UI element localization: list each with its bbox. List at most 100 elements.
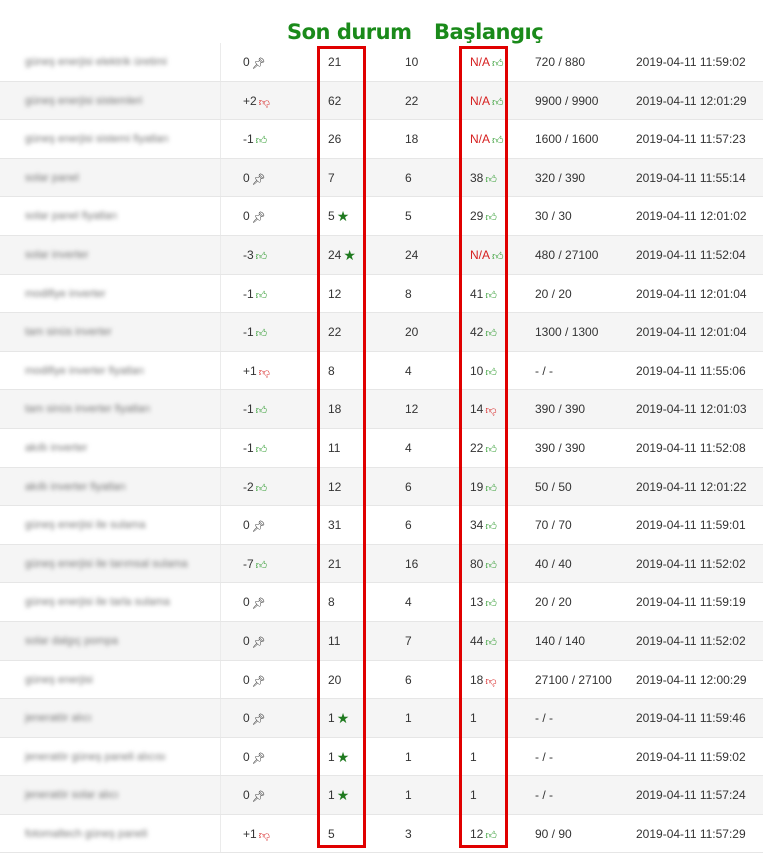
date-cell: 2019-04-11 11:55:14 <box>636 159 746 198</box>
change-cell: -3 👍︎ <box>243 236 267 275</box>
keyword-cell[interactable]: jeneratör güneş paneli alıcısı <box>25 738 220 777</box>
table-row: güneş enerjisi ile tarla sulama 0 📌︎ 8 4 13 👍︎… <box>0 583 763 622</box>
search-volume-cell: 40 / 40 <box>535 545 572 584</box>
keyword-cell-value: güneş enerjisi sistemleri <box>25 94 143 107</box>
keyword-cell[interactable]: güneş enerjisi ile tarla sulama <box>25 583 220 622</box>
search-volume-cell-value: - / - <box>535 363 553 378</box>
change-cell: 0 📌︎ <box>243 776 266 815</box>
keyword-cell[interactable]: güneş enerjisi elektrik üretimi <box>25 43 220 82</box>
keyword-cell-value: solar inverter <box>25 248 89 261</box>
table-row: akıllı inverter fiyatları -2 👍︎ 12 6 19 👍︎ 50 /… <box>0 467 763 507</box>
keyword-cell[interactable]: solar inverter <box>25 236 220 275</box>
search-volume-cell-value: 40 / 40 <box>535 556 572 571</box>
keyword-cell[interactable]: güneş enerjisi sistemleri <box>25 82 220 121</box>
keyword-cell[interactable]: modifiye inverter fiyatları <box>25 352 220 391</box>
search-volume-cell-value: 50 / 50 <box>535 479 572 494</box>
keyword-cell[interactable]: güneş enerjisi <box>25 661 220 700</box>
thumbs-up-icon: 👍︎ <box>255 405 268 418</box>
current-rank-cell: 21 <box>328 43 341 82</box>
start-rank-cell: 14 👎︎ <box>470 390 497 429</box>
best-rank-cell-value: 4 <box>405 363 412 378</box>
change-cell-value: -1 <box>243 402 254 417</box>
keyword-cell-value: solar panel <box>25 171 79 184</box>
pin-icon: 📌︎ <box>251 173 266 186</box>
date-cell-value: 2019-04-11 11:52:02 <box>636 633 746 648</box>
keyword-cell[interactable]: solar dalgıç pompa <box>25 622 220 661</box>
current-rank-cell-value: 62 <box>328 93 342 108</box>
best-rank-cell-value: 1 <box>405 749 412 764</box>
keyword-cell-value: modifiye inverter fiyatları <box>25 364 145 377</box>
date-cell-value: 2019-04-11 11:59:19 <box>636 595 746 610</box>
best-rank-cell-value: 3 <box>405 826 412 841</box>
date-cell: 2019-04-11 12:01:02 <box>636 197 747 236</box>
table-row: modifiye inverter fiyatları +1 👎︎ 8 4 10 👍︎ - /… <box>0 351 763 391</box>
best-rank-cell: 3 <box>405 815 412 853</box>
best-rank-cell: 1 <box>405 738 412 777</box>
start-rank-cell-value: N/A <box>470 55 491 69</box>
thumbs-up-icon: 👍︎ <box>255 328 268 341</box>
start-rank-cell: 18 👎︎ <box>470 661 497 700</box>
start-rank-cell: 1 <box>470 776 477 815</box>
pin-icon: 📌︎ <box>251 752 266 765</box>
search-volume-cell: 480 / 27100 <box>535 236 598 275</box>
current-rank-cell: 5 ★ <box>328 197 349 236</box>
best-rank-cell-value: 1 <box>405 788 412 803</box>
thumbs-up-icon: 👍︎ <box>492 58 504 70</box>
star-icon: ★ <box>336 748 350 765</box>
current-rank-cell-value: 8 <box>328 595 335 610</box>
date-cell: 2019-04-11 11:57:23 <box>636 120 746 159</box>
keyword-cell[interactable]: solar panel <box>25 159 220 198</box>
current-rank-cell: 62 <box>328 82 341 121</box>
date-cell-value: 2019-04-11 12:01:04 <box>636 325 747 340</box>
start-rank-cell: 80 👍︎ <box>470 545 497 584</box>
keyword-cell[interactable]: güneş enerjisi ile sulama <box>25 506 220 545</box>
keyword-cell[interactable]: fotomaltech güneş paneli <box>25 815 220 853</box>
table-row: jeneratör solar alıcı 0 📌︎ 1 ★ 1 1- / -2019-04… <box>0 776 763 815</box>
search-volume-cell-value: 30 / 30 <box>535 209 572 224</box>
current-rank-cell: 24 ★ <box>328 236 356 275</box>
keyword-cell[interactable]: akıllı inverter <box>25 429 220 468</box>
date-cell-value: 2019-04-11 11:59:02 <box>636 749 746 764</box>
current-rank-cell-value: 26 <box>328 132 342 147</box>
date-cell-value: 2019-04-11 11:57:29 <box>636 826 746 841</box>
current-rank-cell-value: 1 <box>328 711 335 726</box>
current-rank-cell: 21 <box>328 545 341 584</box>
change-cell-value: +1 <box>243 363 257 378</box>
start-rank-cell: 22 👍︎ <box>470 429 497 468</box>
date-cell: 2019-04-11 11:55:06 <box>636 352 746 391</box>
change-cell: 0 📌︎ <box>243 197 266 236</box>
current-rank-cell-value: 18 <box>328 402 342 417</box>
thumbs-up-icon: 👍︎ <box>485 212 497 225</box>
keyword-cell[interactable]: jeneratör alıcı <box>25 699 220 738</box>
current-rank-cell-value: 11 <box>328 633 341 648</box>
best-rank-cell-value: 7 <box>405 633 412 648</box>
current-rank-cell-value: 1 <box>328 788 335 803</box>
keyword-cell[interactable]: modifiye inverter <box>25 275 220 314</box>
change-cell: -1 👍︎ <box>243 275 267 314</box>
change-cell-value: -1 <box>243 325 254 340</box>
change-cell-value: 0 <box>243 518 250 533</box>
keyword-cell[interactable]: jeneratör solar alıcı <box>25 776 220 815</box>
best-rank-cell: 10 <box>405 43 418 82</box>
thumbs-up-icon: 👍︎ <box>485 482 497 495</box>
date-cell-value: 2019-04-11 12:01:29 <box>636 93 747 108</box>
table-row: güneş enerjisi sistemi fiyatları -1 👍︎ 26 18… <box>0 120 763 159</box>
best-rank-cell: 18 <box>405 120 418 159</box>
best-rank-cell-value: 1 <box>405 711 412 726</box>
keyword-cell[interactable]: akıllı inverter fiyatları <box>25 468 220 507</box>
best-rank-cell: 22 <box>405 82 418 121</box>
keyword-cell[interactable]: tam sinüs inverter fiyatları <box>25 390 220 429</box>
keyword-cell-value: güneş enerjisi elektrik üretimi <box>25 56 167 68</box>
keyword-cell[interactable]: güneş enerjisi sistemi fiyatları <box>25 120 220 159</box>
keyword-cell[interactable]: solar panel fiyatları <box>25 197 220 236</box>
best-rank-cell: 4 <box>405 352 412 391</box>
keyword-cell[interactable]: tam sinüs inverter <box>25 313 220 352</box>
start-rank-cell: 44 👍︎ <box>470 622 497 661</box>
current-rank-cell-value: 20 <box>328 672 342 687</box>
start-rank-cell-value: N/A <box>470 93 491 108</box>
pin-icon: 📌︎ <box>251 212 266 225</box>
thumbs-up-icon: 👍︎ <box>492 96 504 109</box>
keyword-cell[interactable]: güneş enerjisi ile tarımsal sulama <box>25 545 220 584</box>
start-rank-cell-value: 10 <box>470 363 484 378</box>
search-volume-cell: 27100 / 27100 <box>535 661 612 700</box>
